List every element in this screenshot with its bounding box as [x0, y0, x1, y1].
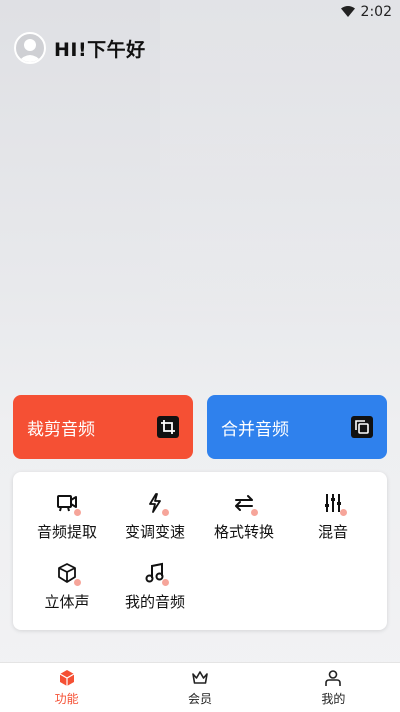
cube-icon — [56, 562, 81, 586]
copy-icon — [351, 416, 373, 438]
background-panel — [270, 0, 400, 400]
merge-audio-label: 合并音频 — [221, 419, 289, 440]
wifi-icon — [340, 6, 355, 17]
tab-label: 会员 — [187, 691, 212, 706]
swap-arrows-icon — [233, 492, 258, 516]
background-panel — [160, 0, 270, 400]
cube-icon — [59, 669, 74, 686]
tab-label: 我的 — [321, 691, 346, 706]
tool-label: 格式转换 — [213, 523, 274, 541]
tool-audio-extract[interactable]: 音频提取 — [22, 492, 112, 542]
bottom-tab-bar: 功能 会员 我的 — [0, 662, 400, 712]
indicator-dot — [162, 579, 169, 586]
header: HI!下午好 — [14, 32, 146, 64]
music-note-icon — [144, 562, 169, 586]
crop-icon — [157, 416, 179, 438]
tab-mine[interactable]: 我的 — [267, 663, 400, 712]
status-bar: 2:02 — [0, 0, 400, 24]
indicator-dot — [251, 509, 258, 516]
tool-label: 混音 — [317, 523, 348, 541]
greeting-title: HI!下午好 — [54, 38, 146, 61]
person-silhouette-icon — [18, 39, 42, 62]
tab-label: 功能 — [54, 691, 79, 706]
tool-my-audio[interactable]: 我的音频 — [110, 562, 200, 612]
tool-label: 变调变速 — [124, 523, 185, 541]
tool-mix[interactable]: 混音 — [288, 492, 378, 542]
lightning-icon — [144, 492, 169, 516]
tool-pitch-speed[interactable]: 变调变速 — [110, 492, 200, 542]
crown-icon — [192, 670, 208, 684]
avatar[interactable] — [14, 32, 46, 64]
tool-format-convert[interactable]: 格式转换 — [199, 492, 289, 542]
status-time: 2:02 — [360, 4, 392, 20]
indicator-dot — [74, 509, 81, 516]
trim-audio-card[interactable]: 裁剪音频 — [13, 395, 193, 459]
mixer-sliders-icon — [322, 492, 347, 516]
indicator-dot — [74, 579, 81, 586]
tab-membership[interactable]: 会员 — [133, 663, 266, 712]
indicator-dot — [340, 509, 347, 516]
tools-panel: 音频提取 变调变速 格式转换 混音 立体声 我的音频 — [13, 472, 387, 630]
merge-audio-card[interactable]: 合并音频 — [207, 395, 387, 459]
video-icon — [56, 492, 81, 516]
tool-label: 立体声 — [44, 593, 90, 611]
trim-audio-label: 裁剪音频 — [27, 419, 95, 440]
tool-stereo[interactable]: 立体声 — [22, 562, 112, 612]
tool-label: 音频提取 — [36, 523, 97, 541]
tool-label: 我的音频 — [124, 593, 185, 611]
tab-features[interactable]: 功能 — [0, 663, 133, 712]
person-icon — [325, 669, 342, 686]
indicator-dot — [162, 509, 169, 516]
